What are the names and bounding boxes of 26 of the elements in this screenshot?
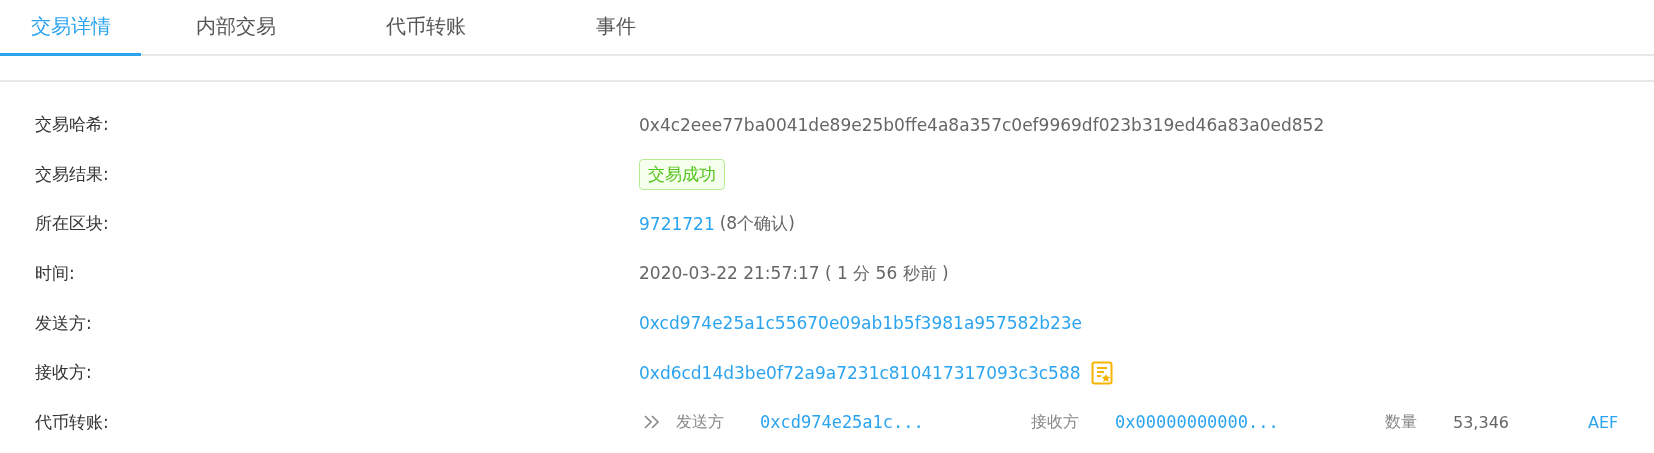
amount-label: 数量 [1385, 411, 1418, 433]
status-badge: 交易成功 [639, 158, 725, 190]
receiver-label: 接收方 [1031, 411, 1080, 433]
token-link[interactable]: AEF [1588, 412, 1619, 432]
field-label: 时间: [34, 262, 76, 286]
field-label: 所在区块: [34, 212, 110, 236]
double-chevron-icon [643, 414, 661, 431]
field-label: 发送方: [34, 311, 93, 335]
field-label: 交易哈希: [34, 113, 110, 137]
amount-value: 53,346 [1453, 412, 1510, 432]
field-label: 交易结果: [34, 162, 110, 186]
tab[interactable]: 内部交易 [141, 0, 331, 56]
detail-value: 0x4c2eee77ba0041de89e25b0ffe4a8a357c0ef9969df023b319ed46a83a0ed852 [639, 114, 1325, 135]
tab[interactable]: 代币转账 [331, 0, 521, 56]
detail-value: 2020-03-22 21:57:17 ( 1 分 56 秒前 ) [639, 262, 949, 286]
field-label: 接收方: [34, 361, 93, 385]
tab[interactable]: 事件 [521, 0, 711, 56]
receiver-address-link[interactable]: 0x00000000000... [1115, 412, 1385, 433]
address-link[interactable]: 0xd6cd14d3be0f72a9a7231c810417317093c3c588 [639, 362, 1081, 383]
field-label: 代币转账: [34, 410, 110, 434]
block-link[interactable]: 9721721 [639, 214, 715, 234]
tab[interactable]: 交易详情 [0, 0, 141, 56]
sender-label: 发送方 [676, 411, 725, 433]
address-link[interactable]: 0xcd974e25a1c55670e09ab1b5f3981a957582b23e [639, 313, 1083, 334]
confirmations-text: (8个确认) [719, 212, 795, 236]
sender-address-link[interactable]: 0xcd974e25a1c... [760, 412, 1031, 433]
